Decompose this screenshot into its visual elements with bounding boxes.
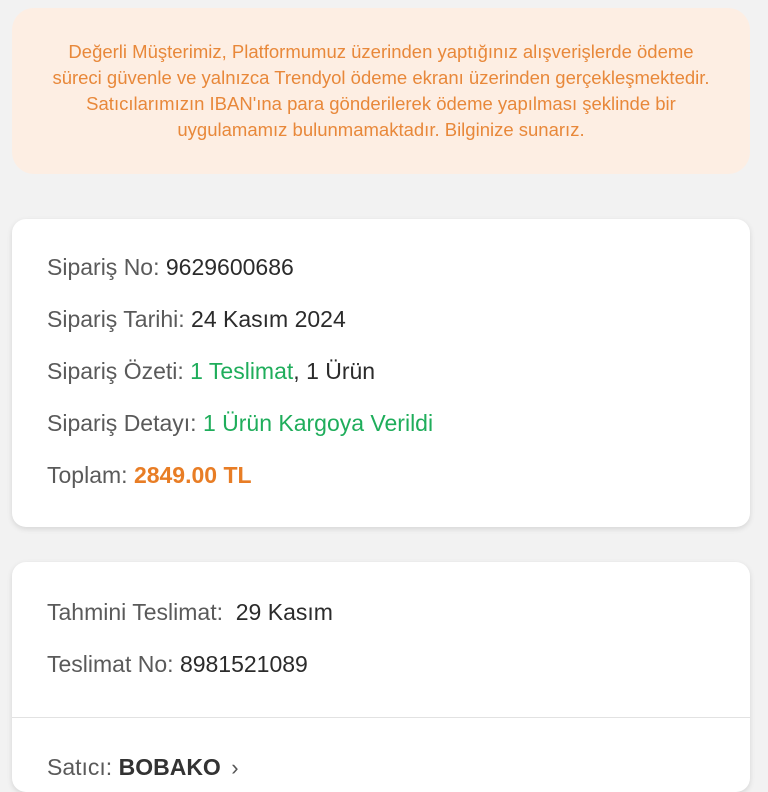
order-number-value: 9629600686 xyxy=(165,254,294,280)
order-total-value: 2849.00 TL xyxy=(133,462,252,488)
delivery-number-row: Teslimat No: 8981521089 xyxy=(47,650,750,678)
order-summary-separator: , xyxy=(293,358,307,384)
notice-text: Değerli Müşterimiz, Platformumuz üzerind… xyxy=(52,41,710,140)
order-number-label: Sipariş No: xyxy=(47,254,160,280)
order-detail-label: Sipariş Detayı: xyxy=(47,410,197,436)
seller-name: BOBAKO xyxy=(118,754,221,780)
payment-security-notice: Değerli Müşterimiz, Platformumuz üzerind… xyxy=(12,8,750,174)
seller-label: Satıcı: xyxy=(47,754,113,780)
order-summary-delivery: 1 Teslimat xyxy=(190,358,294,384)
order-detail-row: Sipariş Detayı: 1 Ürün Kargoya Verildi xyxy=(47,409,750,437)
card-divider xyxy=(12,717,750,718)
estimated-delivery-row: Tahmini Teslimat: 29 Kasım xyxy=(47,598,750,626)
order-info-card: Sipariş No: 9629600686 Sipariş Tarihi: 2… xyxy=(12,219,750,527)
order-summary-row: Sipariş Özeti: 1 Teslimat, 1 Ürün xyxy=(47,357,750,385)
delivery-number-value: 8981521089 xyxy=(179,651,308,677)
order-total-label: Toplam: xyxy=(47,462,128,488)
delivery-number-label: Teslimat No: xyxy=(47,651,174,677)
order-date-label: Sipariş Tarihi: xyxy=(47,306,185,332)
order-total-row: Toplam: 2849.00 TL xyxy=(47,461,750,489)
estimated-delivery-label: Tahmini Teslimat: xyxy=(47,599,223,625)
order-number-row: Sipariş No: 9629600686 xyxy=(47,253,750,281)
order-summary-items: 1 Ürün xyxy=(306,358,376,384)
order-date-value: 24 Kasım 2024 xyxy=(191,306,346,332)
order-detail-status: 1 Ürün Kargoya Verildi xyxy=(202,410,434,436)
estimated-delivery-value: 29 Kasım xyxy=(235,599,333,625)
order-summary-label: Sipariş Özeti: xyxy=(47,358,184,384)
delivery-info-card: Tahmini Teslimat: 29 Kasım Teslimat No: … xyxy=(12,562,750,792)
order-date-row: Sipariş Tarihi: 24 Kasım 2024 xyxy=(47,305,750,333)
